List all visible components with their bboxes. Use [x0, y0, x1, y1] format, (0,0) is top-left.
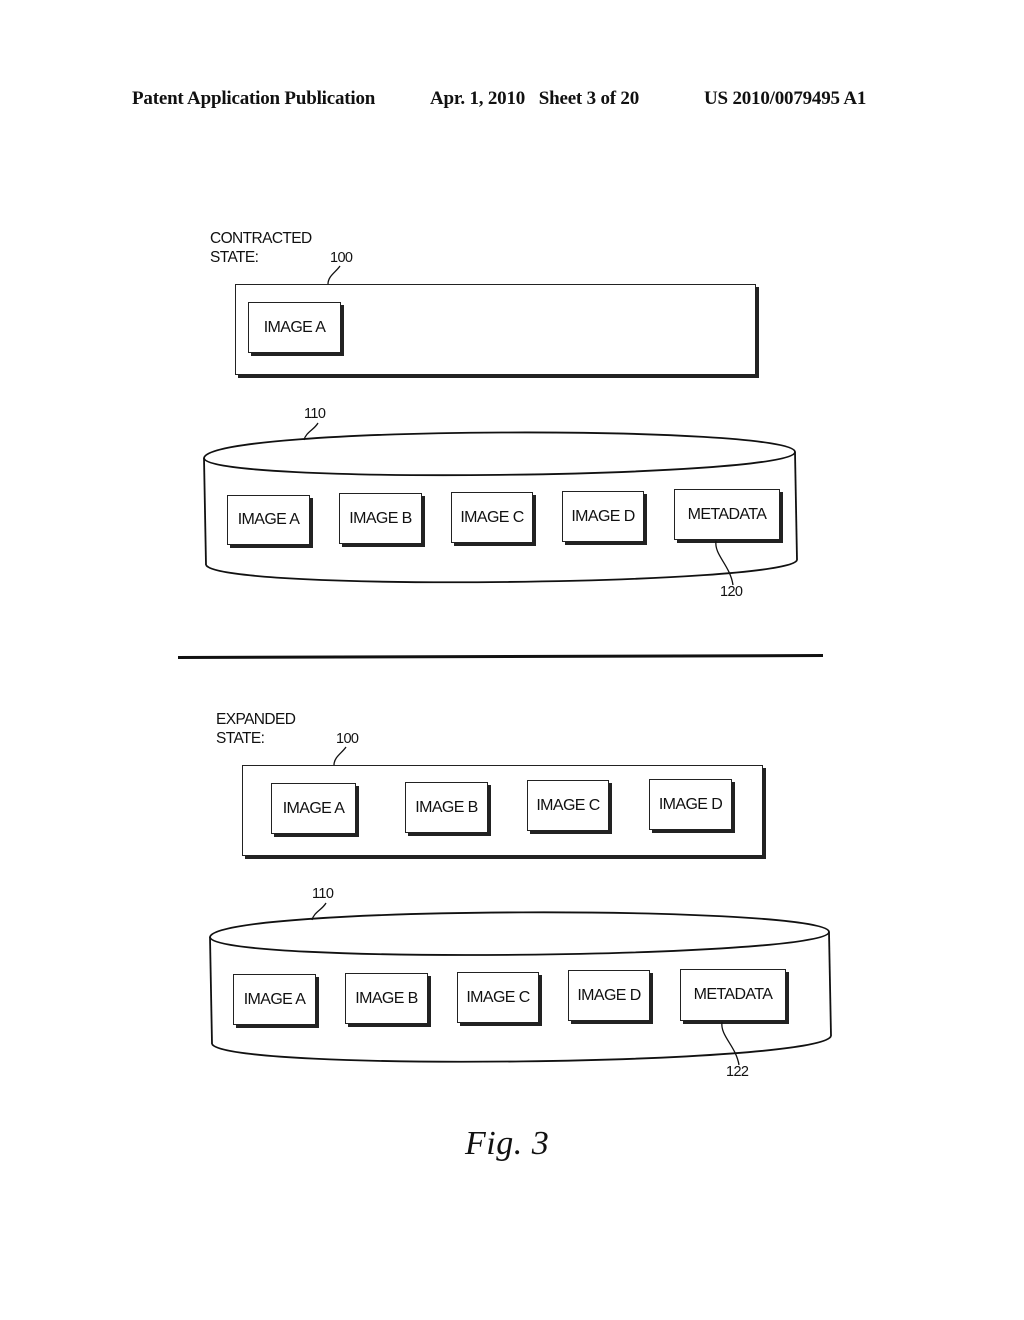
leader-110-contracted [303, 422, 319, 441]
storage-item-image-c-expanded: IMAGE C [457, 972, 539, 1023]
ref-110-contracted: 110 [304, 406, 326, 422]
leader-120 [715, 540, 734, 586]
diagram-lines [203, 265, 832, 1066]
ref-100-expanded: 100 [336, 731, 359, 747]
leader-110-expanded [311, 902, 327, 921]
storage-item-image-d-expanded: IMAGE D [568, 970, 650, 1021]
cylinder-left-side [209, 936, 213, 1045]
display-item-image-c-expanded: IMAGE C [527, 780, 609, 831]
contracted-state-label: CONTRACTED STATE: [210, 229, 312, 267]
storage-item-image-a-contracted: IMAGE A [227, 495, 310, 545]
patent-number: US 2010/0079495 A1 [704, 88, 867, 109]
contracted-label-line2: STATE: [210, 249, 259, 266]
ref-110-expanded: 110 [312, 886, 334, 902]
cylinder-top-ellipse [209, 911, 830, 956]
display-item-image-d-expanded: IMAGE D [649, 779, 732, 830]
expanded-label-line1: EXPANDED [216, 711, 296, 728]
section-divider [177, 654, 824, 659]
display-item-image-b-expanded: IMAGE B [405, 782, 488, 833]
storage-item-image-d-contracted: IMAGE D [562, 491, 644, 542]
storage-item-metadata-contracted: METADATA [674, 489, 780, 540]
contracted-label-line1: CONTRACTED [210, 230, 312, 247]
figure-caption: Fig. 3 [465, 1125, 550, 1162]
storage-item-image-b-expanded: IMAGE B [345, 973, 428, 1024]
expanded-state-label: EXPANDED STATE: [216, 710, 296, 748]
leader-100-contracted [327, 265, 341, 285]
storage-item-metadata-expanded: METADATA [680, 969, 786, 1021]
expanded-label-line2: STATE: [216, 730, 265, 747]
cylinder-right-side [828, 931, 832, 1037]
storage-item-image-a-expanded: IMAGE A [233, 974, 316, 1025]
ref-120: 120 [720, 584, 743, 600]
display-item-image-a-expanded: IMAGE A [271, 783, 356, 834]
cylinder-top-ellipse [203, 431, 796, 477]
publication-type: Patent Application Publication [132, 88, 376, 109]
cylinder-bottom-curve [211, 1035, 832, 1063]
ref-122: 122 [726, 1064, 749, 1080]
display-item-image-a-contracted: IMAGE A [248, 302, 341, 353]
storage-item-image-c-contracted: IMAGE C [451, 492, 533, 543]
date-sheet: Apr. 1, 2010 Sheet 3 of 20 [430, 88, 640, 109]
cylinder-bottom-curve [205, 559, 798, 584]
leader-122 [721, 1021, 740, 1066]
cylinder-left-side [203, 457, 207, 566]
cylinder-right-side [794, 451, 798, 561]
storage-item-image-b-contracted: IMAGE B [339, 493, 422, 544]
leader-100-expanded [333, 746, 347, 766]
ref-100-contracted: 100 [330, 250, 353, 266]
